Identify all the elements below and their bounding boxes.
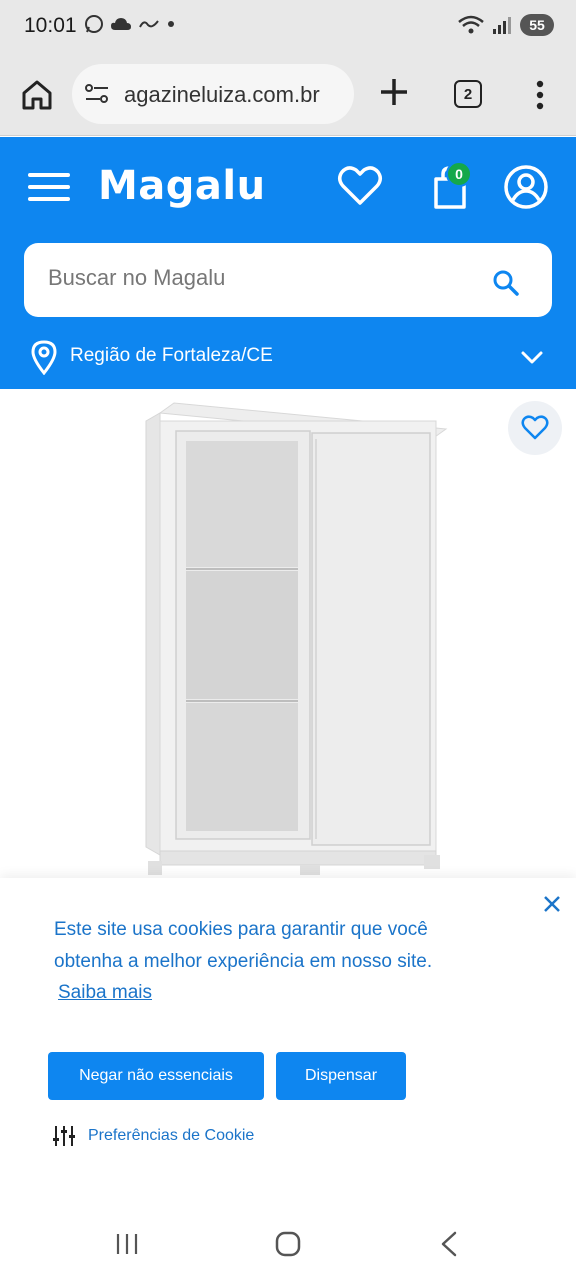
url-text[interactable]: agazineluiza.com.br <box>124 82 346 108</box>
dismiss-button[interactable]: Dispensar <box>276 1052 406 1100</box>
site-info-icon[interactable] <box>84 82 110 106</box>
wifi-icon <box>458 15 484 34</box>
signal-icon <box>493 17 511 34</box>
status-right-icons: 55 <box>458 14 554 36</box>
whatsapp-icon <box>85 15 103 33</box>
home-icon[interactable] <box>20 78 54 112</box>
status-left-icons <box>84 14 176 34</box>
heart-icon[interactable] <box>336 163 384 209</box>
android-nav-bar <box>0 1208 576 1280</box>
cookie-banner: Este site usa cookies para garantir que … <box>0 878 576 1208</box>
learn-more-link[interactable]: Saiba mais <box>58 982 152 1004</box>
product-image-area <box>0 389 576 889</box>
recents-icon[interactable] <box>114 1232 140 1256</box>
menu-dots-icon[interactable] <box>528 78 552 112</box>
deny-non-essential-button[interactable]: Negar não essenciais <box>48 1052 264 1100</box>
plus-icon[interactable] <box>376 74 412 110</box>
browser-toolbar: agazineluiza.com.br 2 <box>0 52 576 136</box>
region-selector[interactable]: Região de Fortaleza/CE <box>28 337 548 377</box>
location-pin-icon <box>31 340 57 375</box>
account-icon[interactable] <box>502 163 550 211</box>
cookie-preferences-link[interactable]: Preferências de Cookie <box>52 1122 254 1150</box>
cloud-icon <box>111 18 131 30</box>
status-bar: 10:01 55 <box>0 0 576 52</box>
cart-count-badge: 0 <box>446 161 472 187</box>
home-icon[interactable] <box>274 1230 302 1258</box>
back-icon[interactable] <box>438 1230 460 1258</box>
dot-icon <box>168 21 174 27</box>
search-box[interactable]: Buscar no Magalu <box>24 243 552 317</box>
wardrobe-product-image[interactable] <box>140 399 450 879</box>
status-time: 10:01 <box>24 14 77 37</box>
notification-icon <box>139 20 159 28</box>
chevron-down-icon[interactable] <box>520 345 544 369</box>
cookie-message: Este site usa cookies para garantir que … <box>54 919 433 972</box>
hamburger-icon[interactable] <box>28 170 72 204</box>
magalu-logo[interactable]: Magalu <box>98 163 266 209</box>
tabs-icon[interactable]: 2 <box>454 80 482 108</box>
heart-icon <box>521 415 549 440</box>
close-icon[interactable] <box>540 892 564 916</box>
cookie-preferences-label[interactable]: Preferências de Cookie <box>88 1127 254 1145</box>
search-icon[interactable] <box>492 269 520 297</box>
site-header: Magalu 0 Buscar no Magalu Região de Fort… <box>0 137 576 389</box>
battery-indicator: 55 <box>520 14 554 36</box>
address-bar[interactable]: agazineluiza.com.br <box>72 64 354 124</box>
favorite-button[interactable] <box>508 401 562 455</box>
search-input[interactable]: Buscar no Magalu <box>48 265 225 291</box>
region-text: Região de Fortaleza/CE <box>70 345 273 366</box>
sliders-icon <box>53 1126 75 1146</box>
